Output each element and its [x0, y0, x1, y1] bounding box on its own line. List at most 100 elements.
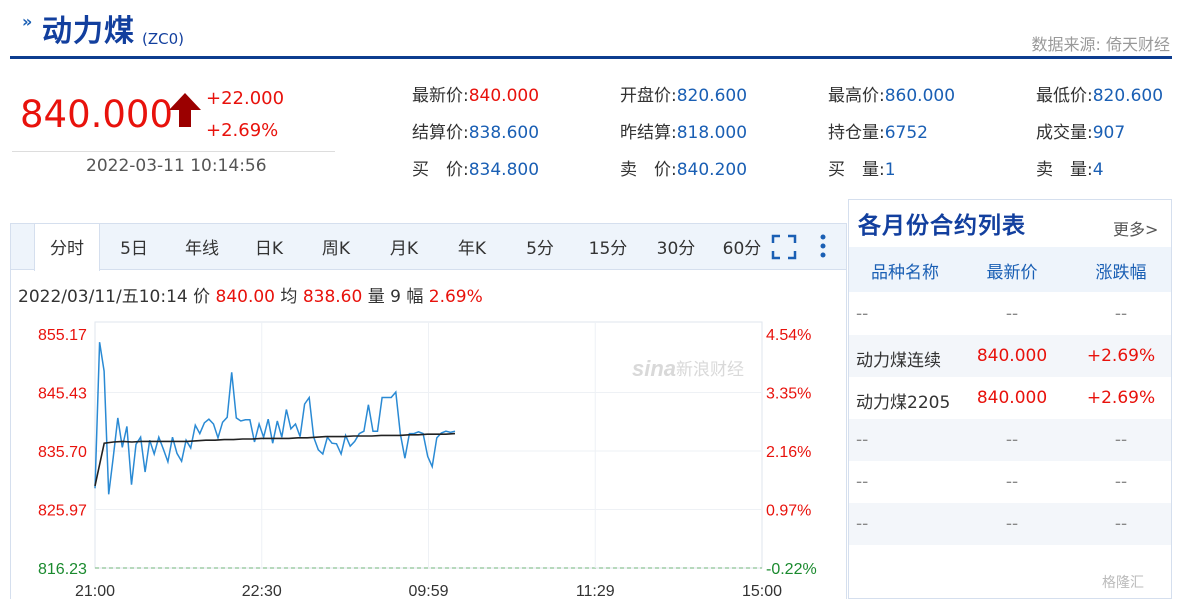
tab-9[interactable]: 30分 — [642, 224, 710, 270]
stat-item: 结算价:838.600 — [412, 118, 539, 143]
y-right-tick: 4.54% — [766, 327, 811, 344]
stat-value: 820.600 — [676, 86, 748, 106]
page-root: » 动力煤 (ZC0) 数据来源: 倚天财经 840.000 +22.000 +… — [0, 0, 1180, 599]
stat-value: 838.600 — [468, 123, 540, 143]
contracts-cell: 840.000 — [976, 346, 1048, 366]
contracts-cell: -- — [1005, 514, 1019, 534]
price-line — [94, 342, 456, 495]
tab-0[interactable]: 分时 — [34, 224, 100, 271]
stat-value: 6752 — [884, 123, 928, 143]
contracts-cell: -- — [1005, 472, 1019, 492]
contracts-cell: -- — [856, 472, 869, 492]
stat-value: 820.600 — [1092, 86, 1164, 106]
stat-item: 卖 价:840.200 — [620, 155, 747, 180]
x-tick: 21:00 — [75, 583, 115, 599]
stat-value: 834.800 — [468, 160, 540, 180]
instrument-code: (ZC0) — [142, 30, 184, 48]
y-left-tick: 825.97 — [38, 503, 87, 520]
watermark-text: 新浪财经 — [676, 360, 744, 380]
header-double-arrow-icon: » — [22, 12, 33, 31]
stat-label: 成交量: — [1036, 123, 1093, 143]
tab-10[interactable]: 60分 — [710, 224, 774, 270]
average-line — [94, 432, 456, 487]
x-tick: 11:29 — [576, 583, 615, 599]
contracts-cell: -- — [856, 304, 869, 324]
contracts-cell: -- — [856, 430, 869, 450]
stat-value: 4 — [1092, 160, 1104, 180]
watermark-logo: sina — [632, 356, 676, 381]
y-right-tick: 2.16% — [766, 444, 811, 461]
stat-label: 卖 量: — [1036, 160, 1093, 180]
vertical-dots-icon[interactable] — [816, 233, 830, 261]
contracts-header-cell: 最新价 — [986, 263, 1038, 283]
quote-datetime: 2022-03-11 10:14:56 — [86, 156, 267, 176]
stat-value: 840.200 — [676, 160, 748, 180]
stat-item: 昨结算:818.000 — [620, 118, 747, 143]
tab-2[interactable]: 年线 — [168, 224, 236, 270]
contracts-cell: -- — [1114, 304, 1128, 324]
data-source: 数据来源: 倚天财经 — [1031, 35, 1170, 54]
tab-1[interactable]: 5日 — [102, 224, 166, 270]
contracts-title: 各月份合约列表 — [858, 213, 1026, 239]
footer-logo: 格隆汇 — [1102, 575, 1144, 591]
y-right-tick: -0.22% — [766, 561, 817, 578]
stat-label: 买 量: — [828, 160, 885, 180]
contracts-cell: -- — [1114, 514, 1128, 534]
contracts-cell: -- — [1005, 304, 1019, 324]
contracts-cell: 动力煤2205 — [856, 393, 951, 413]
header-divider — [10, 56, 1172, 59]
stat-label: 最低价: — [1036, 86, 1093, 106]
y-left-tick: 816.23 — [38, 561, 87, 578]
stat-item: 最低价:820.600 — [1036, 81, 1163, 106]
price-change: +22.000 — [206, 88, 285, 109]
tab-8[interactable]: 15分 — [574, 224, 642, 270]
tab-7[interactable]: 5分 — [506, 224, 574, 270]
stat-item: 最高价:860.000 — [828, 81, 955, 106]
contracts-cell: -- — [856, 514, 869, 534]
contracts-cell: +2.69% — [1086, 388, 1156, 408]
stat-item: 最新价:840.000 — [412, 81, 539, 106]
stat-item: 卖 量:4 — [1036, 155, 1104, 180]
stat-item: 持仓量:6752 — [828, 118, 928, 143]
stat-label: 结算价: — [412, 123, 469, 143]
fullscreen-icon[interactable] — [771, 234, 797, 260]
x-tick: 15:00 — [742, 583, 782, 599]
contracts-cell: -- — [1114, 430, 1128, 450]
tab-4[interactable]: 周K — [302, 224, 370, 270]
stat-label: 开盘价: — [620, 86, 677, 106]
stat-item: 买 价:834.800 — [412, 155, 539, 180]
contracts-header-cell: 品种名称 — [871, 263, 939, 283]
contracts-cell: -- — [1005, 430, 1019, 450]
tab-3[interactable]: 日K — [236, 224, 302, 270]
stat-label: 持仓量: — [828, 123, 885, 143]
stat-item: 成交量:907 — [1036, 118, 1125, 143]
stat-label: 最新价: — [412, 86, 469, 106]
y-right-tick: 3.35% — [766, 386, 811, 403]
price-divider — [12, 151, 335, 152]
y-left-tick: 855.17 — [38, 327, 87, 344]
instrument-title: 动力煤 — [42, 14, 135, 49]
contracts-cell: +2.69% — [1086, 346, 1156, 366]
y-left-tick: 845.43 — [38, 386, 87, 403]
contracts-more-link[interactable]: 更多> — [1113, 216, 1158, 240]
x-tick: 22:30 — [242, 583, 282, 599]
stat-item: 开盘价:820.600 — [620, 81, 747, 106]
stat-label: 卖 价: — [620, 160, 677, 180]
tab-6[interactable]: 年K — [438, 224, 506, 270]
y-right-tick: 0.97% — [766, 503, 811, 520]
contracts-cell: 动力煤连续 — [856, 351, 941, 371]
stat-label: 买 价: — [412, 160, 469, 180]
intraday-chart[interactable]: 855.17 845.43 835.70 825.97 816.23 4.54% 3.35%… — [0, 300, 846, 599]
stat-value: 907 — [1092, 123, 1126, 143]
stat-item: 买 量:1 — [828, 155, 896, 180]
contracts-header-cell: 涨跌幅 — [1095, 263, 1147, 283]
up-arrow-icon — [169, 93, 201, 127]
stat-label: 最高价: — [828, 86, 885, 106]
tab-5[interactable]: 月K — [370, 224, 438, 270]
x-tick: 09:59 — [408, 583, 448, 599]
y-left-tick: 835.70 — [38, 444, 87, 461]
last-price: 840.000 — [20, 93, 174, 136]
stat-value: 818.000 — [676, 123, 748, 143]
stat-value: 860.000 — [884, 86, 956, 106]
stat-value: 840.000 — [468, 86, 540, 106]
